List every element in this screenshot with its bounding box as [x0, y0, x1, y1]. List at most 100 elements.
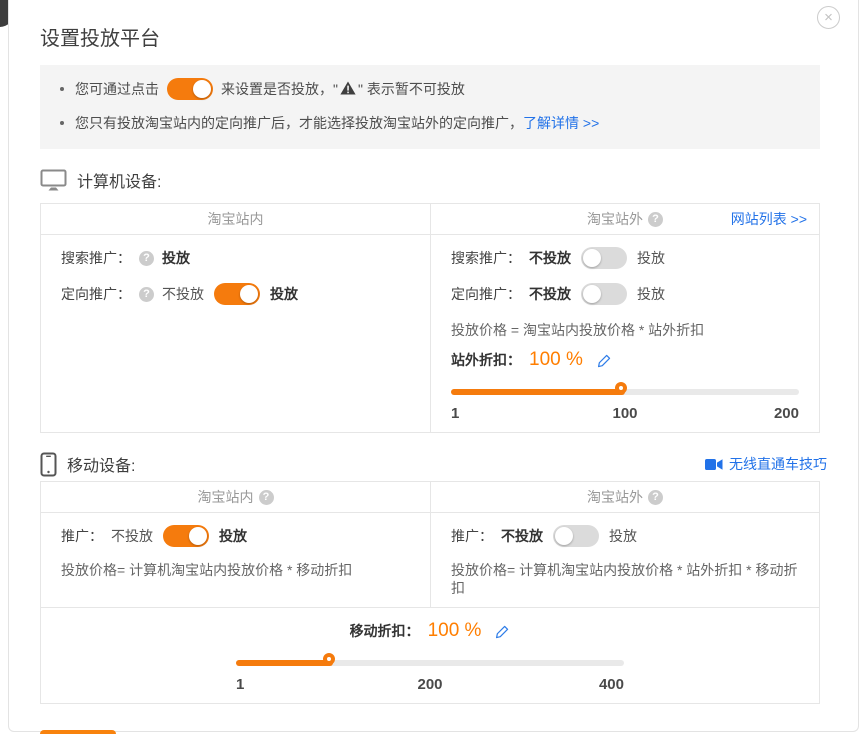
search-offsite-toggle[interactable] [581, 247, 627, 269]
bullet-icon [60, 87, 64, 91]
off-state-label: 不投放 [529, 284, 571, 304]
mobile-offsite-price-formula: 投放价格= 计算机淘宝站内投放价格 * 站外折扣 * 移动折扣 [451, 561, 799, 597]
notice-item-toggle-hint: 您可通过点击 来设置是否投放，" " 表示暂不可投放 [60, 78, 800, 100]
learn-more-link[interactable]: 了解详情 >> [523, 112, 599, 134]
targeted-promo-row: 定向推广： ? 不投放 投放 [61, 283, 410, 305]
example-toggle-icon [167, 78, 213, 100]
scale-max: 400 [599, 677, 624, 693]
slider-fill [451, 389, 625, 395]
mobile-section-header: 移动设备: 无线直通车技巧 [40, 451, 827, 477]
video-camera-icon [705, 458, 723, 471]
status-text: 投放 [162, 248, 190, 268]
help-icon[interactable]: ? [648, 490, 663, 505]
mobile-offsite-toggle[interactable] [553, 525, 599, 547]
computer-offsite-header: 淘宝站外? 网站列表 >> [430, 204, 819, 234]
off-state-label: 不投放 [501, 526, 543, 546]
computer-onsite-header: 淘宝站内 [41, 204, 430, 234]
notice-text: 来设置是否投放，" [221, 78, 338, 100]
computer-onsite-cell: 搜索推广： ? 投放 定向推广： ? 不投放 投放 [41, 235, 430, 432]
mobile-onsite-price-formula: 投放价格= 计算机淘宝站内投放价格 * 移动折扣 [61, 561, 410, 579]
on-state-label: 投放 [637, 248, 665, 268]
row-label: 搜索推广： [61, 248, 131, 268]
targeted-offsite-toggle[interactable] [581, 283, 627, 305]
slider-handle[interactable] [323, 653, 335, 665]
on-state-label: 投放 [637, 284, 665, 304]
on-state-label: 投放 [270, 284, 298, 304]
scale-mid: 200 [417, 677, 442, 693]
row-label: 定向推广： [451, 284, 521, 304]
slider-scale: 1 100 200 [451, 406, 799, 422]
targeted-promo-row: 定向推广： 不投放 投放 [451, 283, 799, 305]
edit-pencil-icon[interactable] [495, 624, 510, 639]
scale-min: 1 [236, 677, 244, 693]
help-icon[interactable]: ? [259, 490, 274, 505]
notice-item-targeting-rule: 您只有投放淘宝站内的定向推广后，才能选择投放淘宝站外的定向推广， 了解详情 >> [60, 112, 800, 134]
targeted-onsite-toggle[interactable] [214, 283, 260, 305]
bullet-icon [60, 121, 64, 125]
notice-box: 您可通过点击 来设置是否投放，" " 表示暂不可投放 您只有投放淘宝站内的定向推… [40, 65, 820, 149]
search-promo-row: 搜索推广： ? 投放 [61, 247, 410, 269]
row-label: 推广： [451, 526, 493, 546]
on-state-label: 投放 [609, 526, 637, 546]
mobile-offsite-cell: 推广： 不投放 投放 投放价格= 计算机淘宝站内投放价格 * 站外折扣 * 移动… [430, 513, 819, 607]
mobile-onsite-toggle[interactable] [163, 525, 209, 547]
page: × 设置投放平台 您可通过点击 来设置是否投放，" " 表示暂不可投放 您只有投… [0, 0, 861, 734]
offsite-discount-slider[interactable] [451, 383, 799, 401]
mobile-discount-line: 移动折扣： 100 % [41, 618, 819, 644]
off-state-label: 不投放 [529, 248, 571, 268]
phone-icon [40, 452, 57, 477]
discount-label: 站外折扣： [451, 350, 521, 370]
on-state-label: 投放 [219, 526, 247, 546]
off-state-label: 不投放 [111, 526, 153, 546]
discount-label: 移动折扣： [350, 621, 420, 641]
slider-track[interactable] [236, 660, 624, 666]
page-title: 设置投放平台 [40, 22, 827, 51]
wireless-tips-link[interactable]: 无线直通车技巧 [705, 454, 827, 474]
mobile-discount-section: 移动折扣： 100 % 1 200 [41, 607, 819, 703]
column-title: 淘宝站内 [208, 211, 264, 227]
link-text: 无线直通车技巧 [729, 454, 827, 474]
scale-max: 200 [774, 406, 799, 422]
row-label: 搜索推广： [451, 248, 521, 268]
placement-settings-dialog: × 设置投放平台 您可通过点击 来设置是否投放，" " 表示暂不可投放 您只有投… [8, 0, 859, 732]
off-state-label: 不投放 [162, 284, 204, 304]
slider-scale: 1 200 400 [236, 677, 624, 693]
computer-platform-table: 淘宝站内 淘宝站外? 网站列表 >> 搜索推广： ? 投放 定向推广： [40, 203, 820, 433]
help-icon[interactable]: ? [139, 287, 154, 302]
mobile-onsite-header: 淘宝站内? [41, 482, 430, 512]
website-list-link[interactable]: 网站列表 >> [731, 204, 807, 234]
column-title: 淘宝站外 [587, 211, 643, 227]
help-icon[interactable]: ? [139, 251, 154, 266]
column-title: 淘宝站内 [198, 489, 254, 505]
slider-fill [236, 660, 333, 666]
save-settings-button[interactable]: 保存设置 [40, 730, 116, 734]
computer-offsite-cell: 搜索推广： 不投放 投放 定向推广： 不投放 投放 投放价格 = 淘宝站内投放价… [430, 235, 819, 432]
notice-text: 您可通过点击 [75, 78, 159, 100]
discount-value: 100 % [529, 349, 583, 371]
warning-icon [340, 79, 356, 101]
edit-pencil-icon[interactable] [597, 353, 612, 368]
offsite-price-formula: 投放价格 = 淘宝站内投放价格 * 站外折扣 [451, 321, 799, 339]
mobile-onsite-cell: 推广： 不投放 投放 投放价格= 计算机淘宝站内投放价格 * 移动折扣 [41, 513, 430, 607]
offsite-discount-line: 站外折扣： 100 % [451, 347, 799, 373]
row-label: 定向推广： [61, 284, 131, 304]
close-icon[interactable]: × [817, 6, 840, 29]
search-promo-row: 搜索推广： 不投放 投放 [451, 247, 799, 269]
discount-value: 100 % [428, 620, 482, 642]
scale-mid: 100 [612, 406, 637, 422]
column-title: 淘宝站外 [587, 489, 643, 505]
notice-text: " 表示暂不可投放 [358, 78, 465, 100]
mobile-platform-table: 淘宝站内? 淘宝站外? 推广： 不投放 投放 投放价格= 计算机淘宝站内投放价格… [40, 481, 820, 704]
mobile-offsite-header: 淘宝站外? [430, 482, 819, 512]
row-label: 推广： [61, 526, 103, 546]
monitor-icon [40, 169, 67, 192]
section-title: 计算机设备: [77, 168, 161, 192]
notice-text: 您只有投放淘宝站内的定向推广后，才能选择投放淘宝站外的定向推广， [75, 112, 523, 134]
computer-section-header: 计算机设备: [40, 167, 827, 193]
slider-handle[interactable] [615, 382, 627, 394]
help-icon[interactable]: ? [648, 212, 663, 227]
section-title: 移动设备: [67, 452, 135, 476]
mobile-discount-slider[interactable] [236, 654, 624, 672]
promo-row: 推广： 不投放 投放 [451, 525, 799, 547]
scale-min: 1 [451, 406, 459, 422]
